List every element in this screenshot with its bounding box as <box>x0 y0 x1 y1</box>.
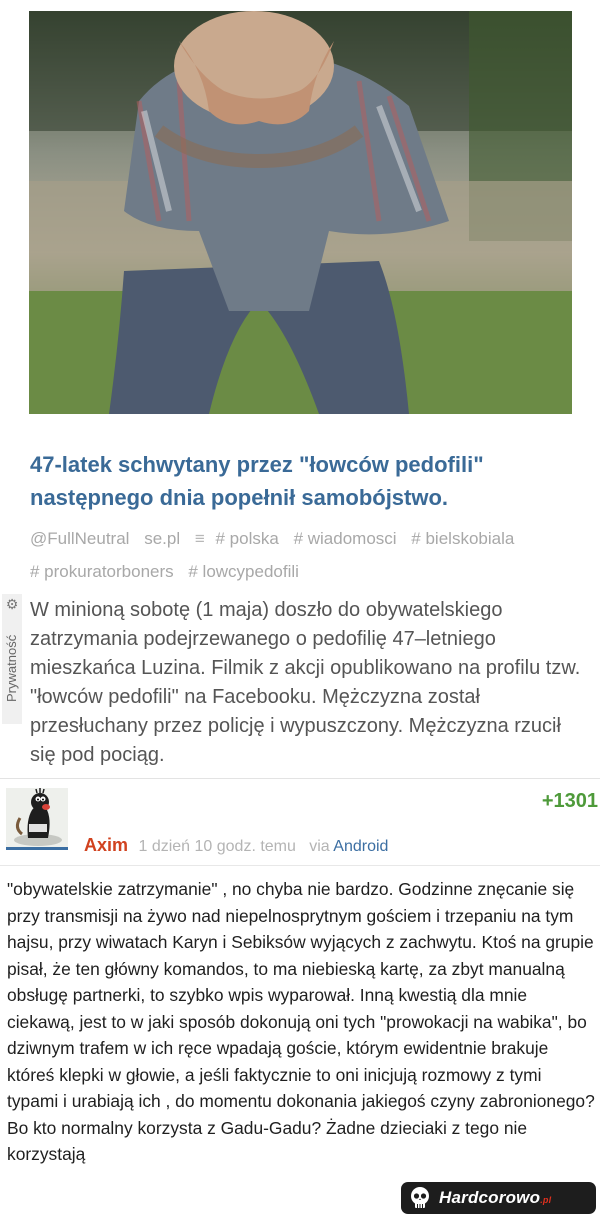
tag-link[interactable]: # lowcypedofili <box>188 555 299 588</box>
comment-text: "obywatelskie zatrzymanie" , no chyba ni… <box>7 879 595 1164</box>
divider <box>0 778 600 779</box>
watermark-suffix: .pl <box>540 1195 552 1205</box>
avatar[interactable] <box>6 788 68 850</box>
divider <box>0 865 600 866</box>
privacy-label: Prywatność <box>4 634 19 702</box>
article-card: 47-latek schwytany przez "łowców pedofil… <box>0 0 600 778</box>
tag-link[interactable]: # prokuratorboners <box>30 555 174 588</box>
via-app-link[interactable]: Android <box>333 838 388 855</box>
comment-meta: Axim 1 dzień 10 godz. temu via Android <box>84 834 388 858</box>
comment-score: +1301 <box>541 790 598 812</box>
source-author-link[interactable]: @FullNeutral <box>30 522 129 555</box>
privacy-tab[interactable]: ⚙ Prywatność <box>2 594 22 724</box>
comment-author-link[interactable]: Axim <box>84 835 128 855</box>
skull-icon <box>411 1187 429 1208</box>
photo-man-on-bench <box>29 11 572 414</box>
gear-icon: ⚙ <box>5 596 19 612</box>
comment-time: 1 dzień 10 godz. temu <box>138 838 296 855</box>
tag-link[interactable]: # bielskobiala <box>411 522 514 555</box>
watermark-text: Hardcorowo.pl <box>439 1188 551 1208</box>
mole-avatar-image <box>6 788 68 847</box>
watermark-name: Hardcorowo <box>439 1188 541 1207</box>
hardcorowo-watermark: Hardcorowo.pl <box>401 1182 596 1214</box>
via-label: via <box>309 838 330 855</box>
tag-link[interactable]: # polska <box>216 522 279 555</box>
article-lead: W minioną sobotę (1 maja) doszło do obyw… <box>30 599 581 766</box>
tag-link[interactable]: # wiadomosci <box>294 522 397 555</box>
list-icon[interactable]: ≡ <box>195 522 205 555</box>
article-meta: @FullNeutral se.pl ≡ # polska # wiadomos… <box>30 522 575 588</box>
comment: +1301 Axim 1 dzień 10 godz. temu via And… <box>0 778 600 1221</box>
source-domain-link[interactable]: se.pl <box>144 522 180 555</box>
article-photo[interactable] <box>29 11 572 414</box>
article-headline[interactable]: 47-latek schwytany przez "łowców pedofil… <box>30 448 570 514</box>
